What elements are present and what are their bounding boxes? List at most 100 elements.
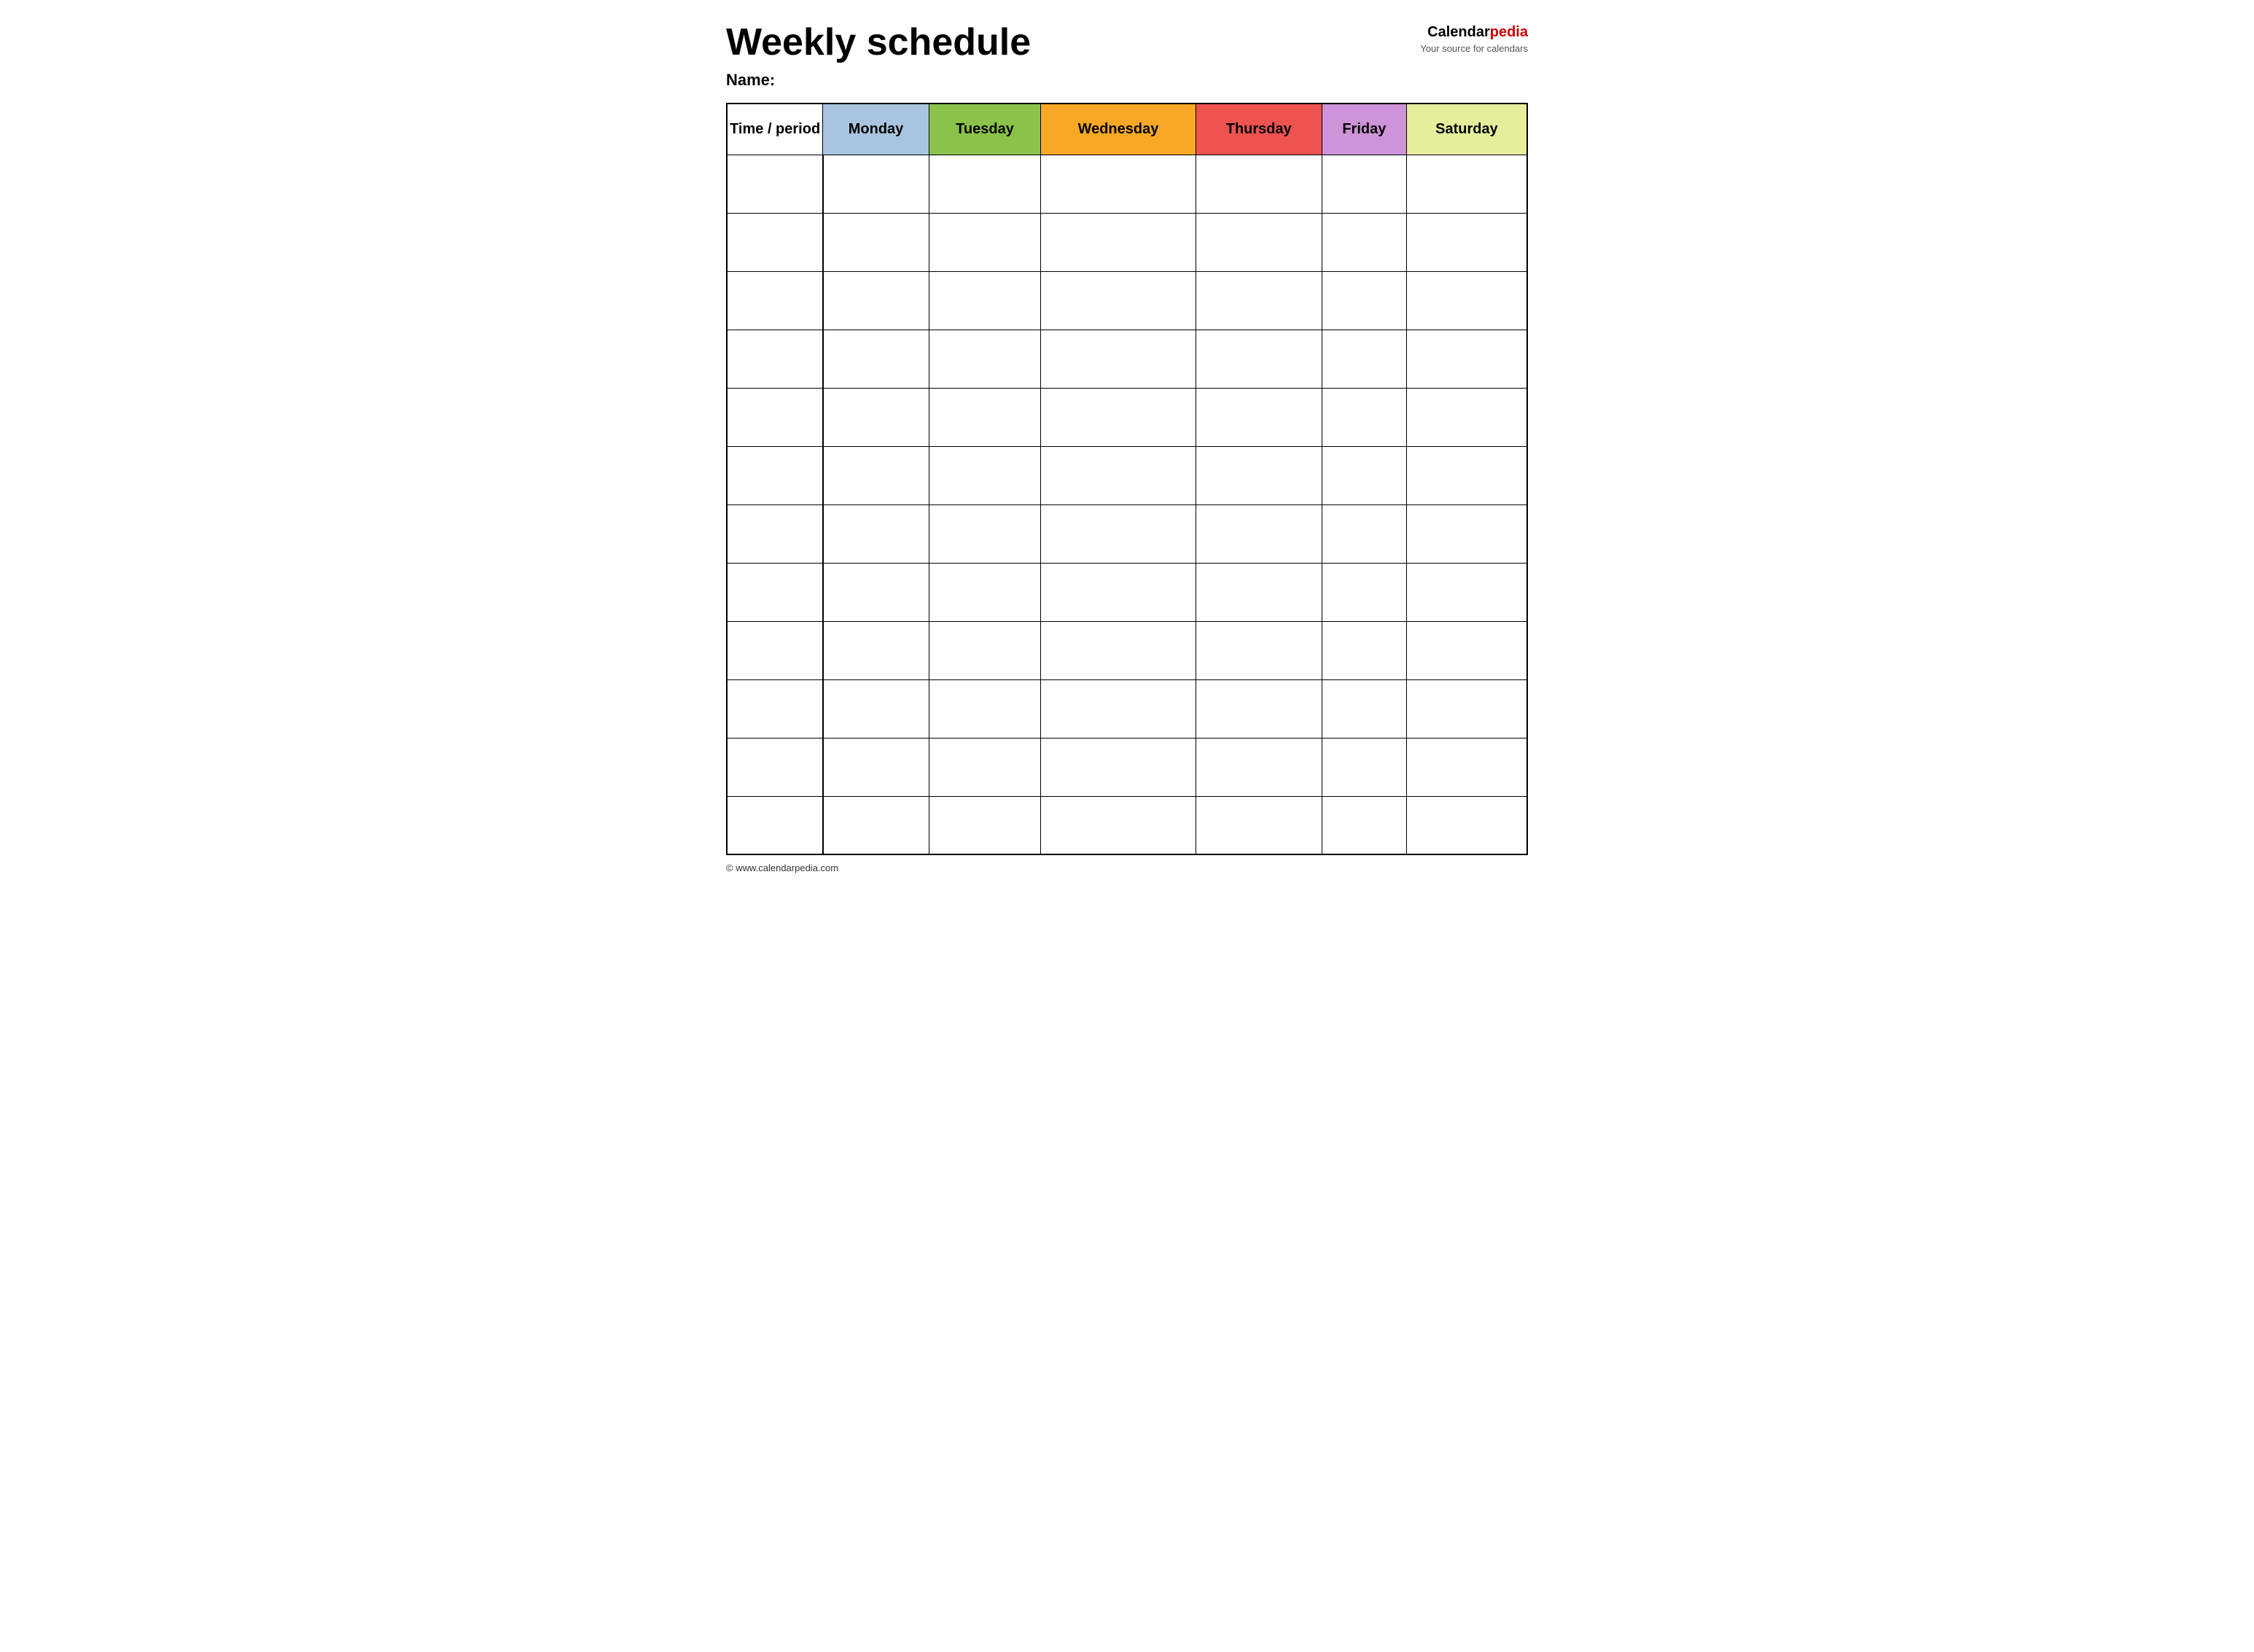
monday-cell[interactable] bbox=[823, 504, 929, 563]
saturday-cell[interactable] bbox=[1406, 679, 1527, 738]
table-row bbox=[727, 504, 1527, 563]
table-row bbox=[727, 155, 1527, 213]
friday-cell[interactable] bbox=[1322, 679, 1406, 738]
thursday-cell[interactable] bbox=[1196, 563, 1322, 621]
monday-cell[interactable] bbox=[823, 446, 929, 504]
friday-cell[interactable] bbox=[1322, 330, 1406, 388]
thursday-cell[interactable] bbox=[1196, 679, 1322, 738]
monday-cell[interactable] bbox=[823, 621, 929, 679]
saturday-cell[interactable] bbox=[1406, 796, 1527, 854]
brand-name: Calendarpedia bbox=[1420, 22, 1528, 42]
friday-cell[interactable] bbox=[1322, 446, 1406, 504]
time-cell[interactable] bbox=[727, 504, 823, 563]
thursday-cell[interactable] bbox=[1196, 621, 1322, 679]
saturday-cell[interactable] bbox=[1406, 388, 1527, 446]
time-cell[interactable] bbox=[727, 388, 823, 446]
friday-cell[interactable] bbox=[1322, 388, 1406, 446]
monday-cell[interactable] bbox=[823, 738, 929, 796]
wednesday-cell[interactable] bbox=[1041, 563, 1196, 621]
table-row bbox=[727, 388, 1527, 446]
friday-cell[interactable] bbox=[1322, 796, 1406, 854]
time-cell[interactable] bbox=[727, 213, 823, 271]
time-cell[interactable] bbox=[727, 155, 823, 213]
time-cell[interactable] bbox=[727, 330, 823, 388]
thursday-cell[interactable] bbox=[1196, 796, 1322, 854]
tuesday-cell[interactable] bbox=[929, 330, 1040, 388]
thursday-cell[interactable] bbox=[1196, 738, 1322, 796]
tuesday-cell[interactable] bbox=[929, 213, 1040, 271]
wednesday-cell[interactable] bbox=[1041, 155, 1196, 213]
friday-cell[interactable] bbox=[1322, 271, 1406, 330]
schedule-table: Time / period Monday Tuesday Wednesday T… bbox=[726, 103, 1528, 855]
monday-cell[interactable] bbox=[823, 213, 929, 271]
time-cell[interactable] bbox=[727, 796, 823, 854]
time-cell[interactable] bbox=[727, 563, 823, 621]
tuesday-cell[interactable] bbox=[929, 388, 1040, 446]
col-header-monday: Monday bbox=[823, 104, 929, 155]
saturday-cell[interactable] bbox=[1406, 213, 1527, 271]
tuesday-cell[interactable] bbox=[929, 738, 1040, 796]
brand-calendar-text: Calendar bbox=[1427, 24, 1490, 40]
wednesday-cell[interactable] bbox=[1041, 388, 1196, 446]
thursday-cell[interactable] bbox=[1196, 388, 1322, 446]
monday-cell[interactable] bbox=[823, 563, 929, 621]
col-header-saturday: Saturday bbox=[1406, 104, 1527, 155]
table-row bbox=[727, 621, 1527, 679]
monday-cell[interactable] bbox=[823, 796, 929, 854]
wednesday-cell[interactable] bbox=[1041, 446, 1196, 504]
thursday-cell[interactable] bbox=[1196, 271, 1322, 330]
friday-cell[interactable] bbox=[1322, 738, 1406, 796]
wednesday-cell[interactable] bbox=[1041, 213, 1196, 271]
saturday-cell[interactable] bbox=[1406, 155, 1527, 213]
saturday-cell[interactable] bbox=[1406, 738, 1527, 796]
brand-tagline: Your source for calendars bbox=[1420, 42, 1528, 55]
time-cell[interactable] bbox=[727, 446, 823, 504]
friday-cell[interactable] bbox=[1322, 563, 1406, 621]
friday-cell[interactable] bbox=[1322, 213, 1406, 271]
thursday-cell[interactable] bbox=[1196, 213, 1322, 271]
time-cell[interactable] bbox=[727, 621, 823, 679]
tuesday-cell[interactable] bbox=[929, 271, 1040, 330]
wednesday-cell[interactable] bbox=[1041, 621, 1196, 679]
monday-cell[interactable] bbox=[823, 330, 929, 388]
monday-cell[interactable] bbox=[823, 388, 929, 446]
tuesday-cell[interactable] bbox=[929, 563, 1040, 621]
saturday-cell[interactable] bbox=[1406, 563, 1527, 621]
monday-cell[interactable] bbox=[823, 155, 929, 213]
tuesday-cell[interactable] bbox=[929, 679, 1040, 738]
thursday-cell[interactable] bbox=[1196, 155, 1322, 213]
time-cell[interactable] bbox=[727, 679, 823, 738]
time-cell[interactable] bbox=[727, 738, 823, 796]
wednesday-cell[interactable] bbox=[1041, 796, 1196, 854]
tuesday-cell[interactable] bbox=[929, 621, 1040, 679]
saturday-cell[interactable] bbox=[1406, 446, 1527, 504]
friday-cell[interactable] bbox=[1322, 155, 1406, 213]
time-cell[interactable] bbox=[727, 271, 823, 330]
friday-cell[interactable] bbox=[1322, 504, 1406, 563]
brand-logo: Calendarpedia Your source for calendars bbox=[1420, 22, 1528, 55]
table-row bbox=[727, 796, 1527, 854]
saturday-cell[interactable] bbox=[1406, 621, 1527, 679]
tuesday-cell[interactable] bbox=[929, 446, 1040, 504]
table-row bbox=[727, 679, 1527, 738]
wednesday-cell[interactable] bbox=[1041, 271, 1196, 330]
tuesday-cell[interactable] bbox=[929, 504, 1040, 563]
saturday-cell[interactable] bbox=[1406, 330, 1527, 388]
wednesday-cell[interactable] bbox=[1041, 738, 1196, 796]
friday-cell[interactable] bbox=[1322, 621, 1406, 679]
tuesday-cell[interactable] bbox=[929, 796, 1040, 854]
table-row bbox=[727, 446, 1527, 504]
brand-pedia-text: pedia bbox=[1490, 24, 1528, 40]
wednesday-cell[interactable] bbox=[1041, 504, 1196, 563]
thursday-cell[interactable] bbox=[1196, 446, 1322, 504]
thursday-cell[interactable] bbox=[1196, 330, 1322, 388]
saturday-cell[interactable] bbox=[1406, 271, 1527, 330]
saturday-cell[interactable] bbox=[1406, 504, 1527, 563]
tuesday-cell[interactable] bbox=[929, 155, 1040, 213]
monday-cell[interactable] bbox=[823, 271, 929, 330]
thursday-cell[interactable] bbox=[1196, 504, 1322, 563]
monday-cell[interactable] bbox=[823, 679, 929, 738]
table-body bbox=[727, 155, 1527, 854]
wednesday-cell[interactable] bbox=[1041, 330, 1196, 388]
wednesday-cell[interactable] bbox=[1041, 679, 1196, 738]
